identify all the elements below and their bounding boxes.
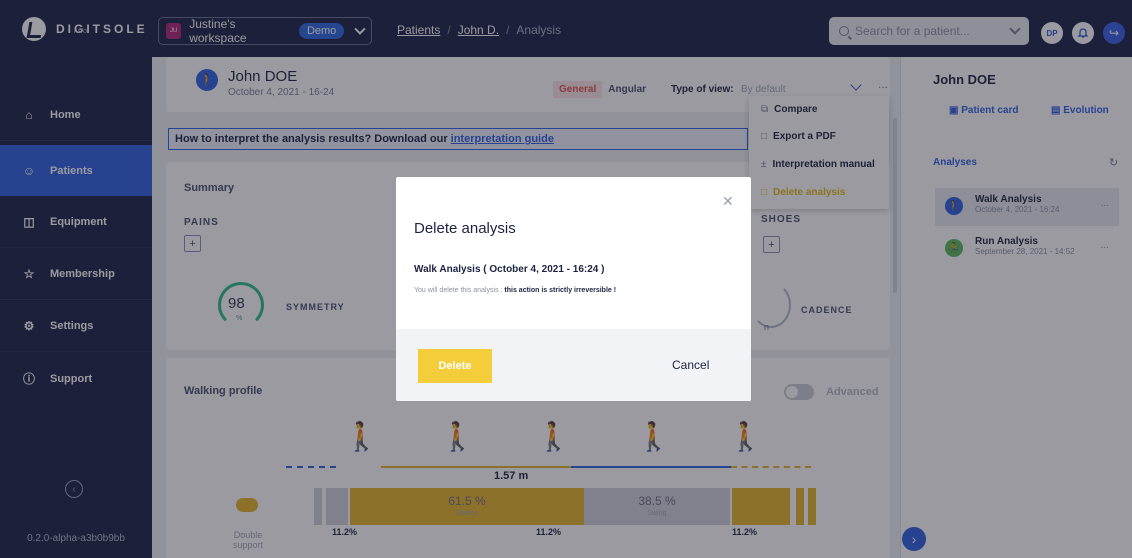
cancel-button[interactable]: Cancel xyxy=(672,358,709,372)
dialog-footer: Delete Cancel xyxy=(396,329,751,401)
dialog-title: Delete analysis xyxy=(414,220,516,237)
dialog-subtitle: Walk Analysis ( October 4, 2021 - 16:24 … xyxy=(414,264,605,275)
warning-text: You will delete this analysis : xyxy=(414,287,505,294)
warning-emphasis: this action is strictly irreversible ! xyxy=(504,287,617,294)
delete-analysis-dialog: ✕ Delete analysis Walk Analysis ( Octobe… xyxy=(396,177,751,401)
close-icon[interactable]: ✕ xyxy=(722,193,734,210)
dialog-warning: You will delete this analysis : this act… xyxy=(414,287,616,294)
delete-button[interactable]: Delete xyxy=(418,349,492,383)
